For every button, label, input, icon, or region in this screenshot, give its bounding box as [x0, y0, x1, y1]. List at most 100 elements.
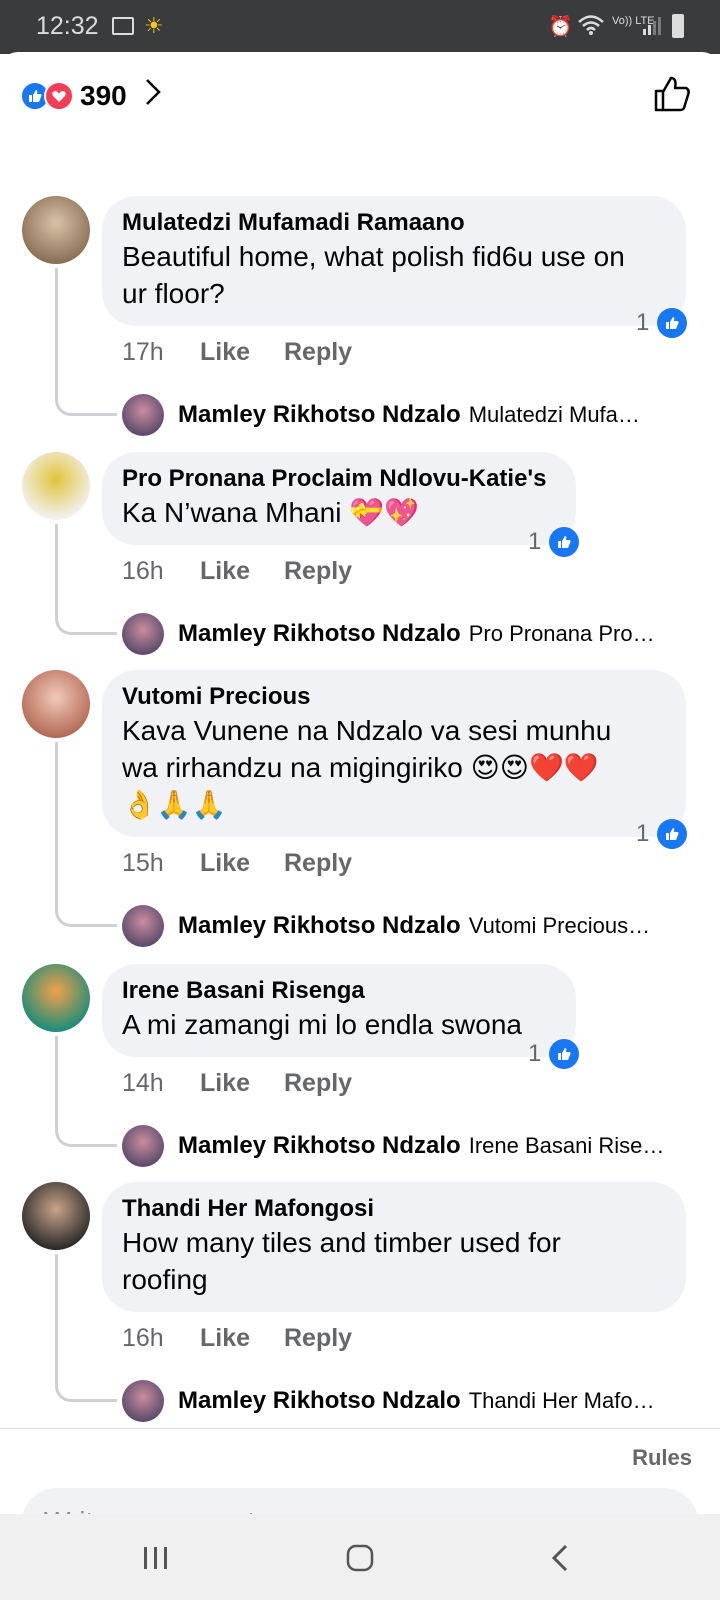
comment-text: wa rirhandzu na migingiriko 😍😍❤️❤️	[122, 752, 599, 783]
recent-apps-icon	[144, 1547, 167, 1569]
commenter-name[interactable]: Pro Pronana Proclaim Ndlovu-Katie's	[122, 464, 556, 494]
reply-button[interactable]: Reply	[284, 1324, 352, 1353]
reactions-summary[interactable]: 390	[20, 76, 161, 116]
home-button[interactable]	[340, 1538, 380, 1578]
like-count-number: 1	[528, 528, 542, 555]
home-icon	[346, 1544, 374, 1572]
like-button[interactable]: Like	[200, 1324, 284, 1353]
comment-input[interactable]	[22, 1488, 698, 1514]
comment-bubble[interactable]: Pro Pronana Proclaim Ndlovu-Katie's Ka N’…	[102, 452, 576, 545]
comment-timestamp: 16h	[122, 1324, 164, 1352]
reply-button[interactable]: Reply	[284, 557, 352, 586]
reply-avatar	[122, 1125, 164, 1167]
reply-button[interactable]: Reply	[284, 1069, 352, 1098]
commenter-avatar[interactable]	[22, 964, 90, 1032]
thumbs-up-icon	[549, 527, 580, 557]
alarm-icon: ⏰	[548, 16, 573, 38]
back-button[interactable]	[540, 1538, 580, 1578]
thumbs-up-outline-icon	[654, 76, 690, 112]
comment-like-count[interactable]: 1	[636, 819, 688, 849]
thumbs-up-icon	[657, 819, 688, 849]
status-time: 12:32	[36, 12, 99, 40]
commenter-avatar[interactable]	[22, 452, 90, 520]
love-reaction-icon	[44, 81, 74, 111]
reply-preview-text: Irene Basani Rise…	[468, 1133, 665, 1158]
reply-button[interactable]: Reply	[284, 849, 352, 878]
comment-timestamp: 16h	[122, 557, 164, 585]
comments-sheet: 390 Mulatedzi Mufamadi Ramaano Beautiful …	[0, 52, 720, 1514]
signal-icon	[642, 16, 662, 36]
like-count-number: 1	[528, 1040, 542, 1067]
comment-timestamp: 14h	[122, 1069, 164, 1097]
status-bar: 12:32 ☀ ⏰ Vo)) LTE	[0, 0, 720, 54]
comment-like-count[interactable]: 1	[528, 527, 580, 557]
reply-preview-text: Thandi Her Mafo…	[468, 1388, 655, 1413]
reply-author-name: Mamley Rikhotso Ndzalo	[178, 1132, 461, 1159]
like-count-number: 1	[636, 820, 650, 847]
comment-actions: 16h Like Reply	[122, 557, 352, 586]
like-post-button[interactable]	[652, 74, 692, 114]
comment-text: ur floor?	[122, 278, 225, 309]
comment-text: A mi zamangi mi lo endla swona	[122, 1009, 522, 1040]
comment-text: Beautiful home, what polish fid6u use on	[122, 241, 625, 272]
reply-preview-text: Pro Pronana Pro…	[468, 621, 655, 646]
reply-author-name: Mamley Rikhotso Ndzalo	[178, 401, 461, 428]
like-button[interactable]: Like	[200, 557, 284, 586]
thumbs-up-icon	[549, 1039, 580, 1069]
wifi-icon	[578, 14, 604, 42]
like-button[interactable]: Like	[200, 338, 284, 367]
reply-preview-row[interactable]: Mamley Rikhotso Ndzalo Vutomi Precious…	[122, 905, 650, 947]
reply-author-name: Mamley Rikhotso Ndzalo	[178, 912, 461, 939]
comment-bubble[interactable]: Thandi Her Mafongosi How many tiles and t…	[102, 1182, 686, 1312]
comment-timestamp: 17h	[122, 338, 164, 366]
comment-actions: 15h Like Reply	[122, 849, 352, 878]
gallery-notification-icon	[112, 17, 134, 35]
reply-button[interactable]: Reply	[284, 338, 352, 367]
thread-connector	[55, 1036, 117, 1147]
comment-text: 👌🙏🙏	[122, 789, 227, 820]
battery-icon	[672, 14, 684, 38]
commenter-name[interactable]: Mulatedzi Mufamadi Ramaano	[122, 208, 666, 238]
commenter-name[interactable]: Thandi Her Mafongosi	[122, 1194, 666, 1224]
comment-actions: 16h Like Reply	[122, 1324, 352, 1353]
reply-preview-row[interactable]: Mamley Rikhotso Ndzalo Mulatedzi Mufa…	[122, 394, 640, 436]
reply-avatar	[122, 1380, 164, 1422]
reply-preview-row[interactable]: Mamley Rikhotso Ndzalo Pro Pronana Pro…	[122, 613, 655, 655]
reply-preview-row[interactable]: Mamley Rikhotso Ndzalo Irene Basani Rise…	[122, 1125, 664, 1167]
reply-preview-text: Mulatedzi Mufa…	[468, 402, 640, 427]
comment-bubble[interactable]: Mulatedzi Mufamadi Ramaano Beautiful home…	[102, 196, 686, 326]
comment-bubble[interactable]: Irene Basani Risenga A mi zamangi mi lo e…	[102, 964, 576, 1057]
commenter-name[interactable]: Vutomi Precious	[122, 682, 666, 712]
weather-sun-icon: ☀	[144, 13, 164, 38]
comment-actions: 17h Like Reply	[122, 338, 352, 367]
reply-preview-row[interactable]: Mamley Rikhotso Ndzalo Thandi Her Mafo…	[122, 1380, 655, 1422]
comment-text: How many tiles and timber used for	[122, 1227, 561, 1258]
commenter-avatar[interactable]	[22, 1182, 90, 1250]
comment-list: Mulatedzi Mufamadi Ramaano Beautiful home…	[0, 144, 720, 1429]
like-count-number: 1	[636, 309, 650, 336]
comment-like-count[interactable]: 1	[528, 1039, 580, 1069]
reply-avatar	[122, 394, 164, 436]
thumbs-up-icon	[657, 308, 688, 338]
reply-author-name: Mamley Rikhotso Ndzalo	[178, 620, 461, 647]
chevron-right-icon	[145, 78, 161, 114]
recent-apps-button[interactable]	[136, 1538, 176, 1578]
like-button[interactable]: Like	[200, 849, 284, 878]
comment-bubble[interactable]: Vutomi Precious Kava Vunene na Ndzalo va …	[102, 670, 686, 837]
divider	[0, 1428, 720, 1429]
commenter-name[interactable]: Irene Basani Risenga	[122, 976, 556, 1006]
back-icon	[551, 1544, 568, 1572]
like-button[interactable]: Like	[200, 1069, 284, 1098]
comment-text: roofing	[122, 1264, 208, 1295]
reply-preview-text: Vutomi Precious…	[468, 913, 651, 938]
comment-text: Ka N’wana Mhani 💝💖	[122, 497, 419, 528]
rules-link[interactable]: Rules	[632, 1445, 692, 1471]
reaction-count: 390	[80, 80, 127, 111]
comment-text: Kava Vunene na Ndzalo va sesi munhu	[122, 715, 612, 746]
commenter-avatar[interactable]	[22, 670, 90, 738]
comment-like-count[interactable]: 1	[636, 308, 688, 338]
reply-avatar	[122, 905, 164, 947]
thread-connector	[55, 524, 117, 635]
commenter-avatar[interactable]	[22, 196, 90, 264]
android-nav-bar	[0, 1514, 720, 1600]
